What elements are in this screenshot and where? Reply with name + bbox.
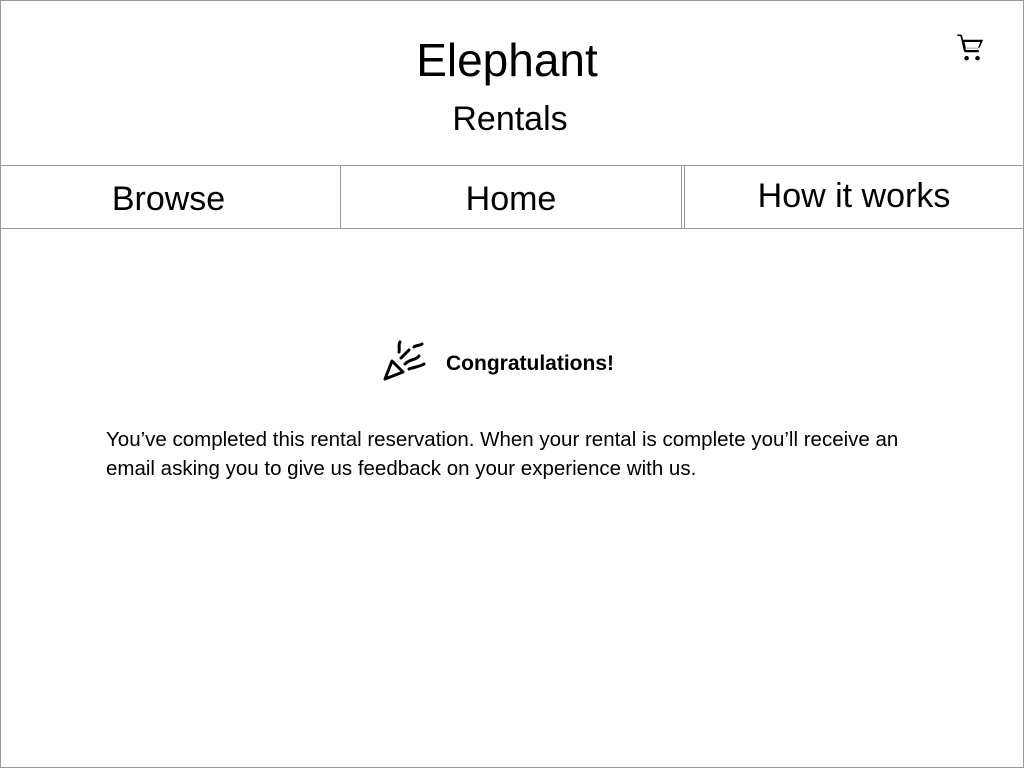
app-frame: Elephant Rentals Browse Home How it work… [0,0,1024,768]
tab-how-it-works[interactable]: How it works [684,166,1023,228]
confirmation-message: You’ve completed this rental reservation… [106,428,899,480]
party-popper-icon [381,339,429,385]
brand-subtitle: Rentals [452,100,568,138]
tab-how-it-works-label: How it works [757,177,951,215]
brand-title: Elephant [416,34,598,86]
tab-home-label: Home [465,180,557,218]
shopping-cart-icon[interactable] [953,31,987,65]
tab-browse-label: Browse [111,180,226,218]
header: Elephant Rentals [1,1,1023,165]
tab-home[interactable]: Home [341,166,682,228]
congratulations-heading: Congratulations! [381,339,651,385]
congratulations-label: Congratulations! [446,352,614,375]
main-nav: Browse Home How it works [1,165,1023,229]
tab-browse[interactable]: Browse [1,166,341,228]
